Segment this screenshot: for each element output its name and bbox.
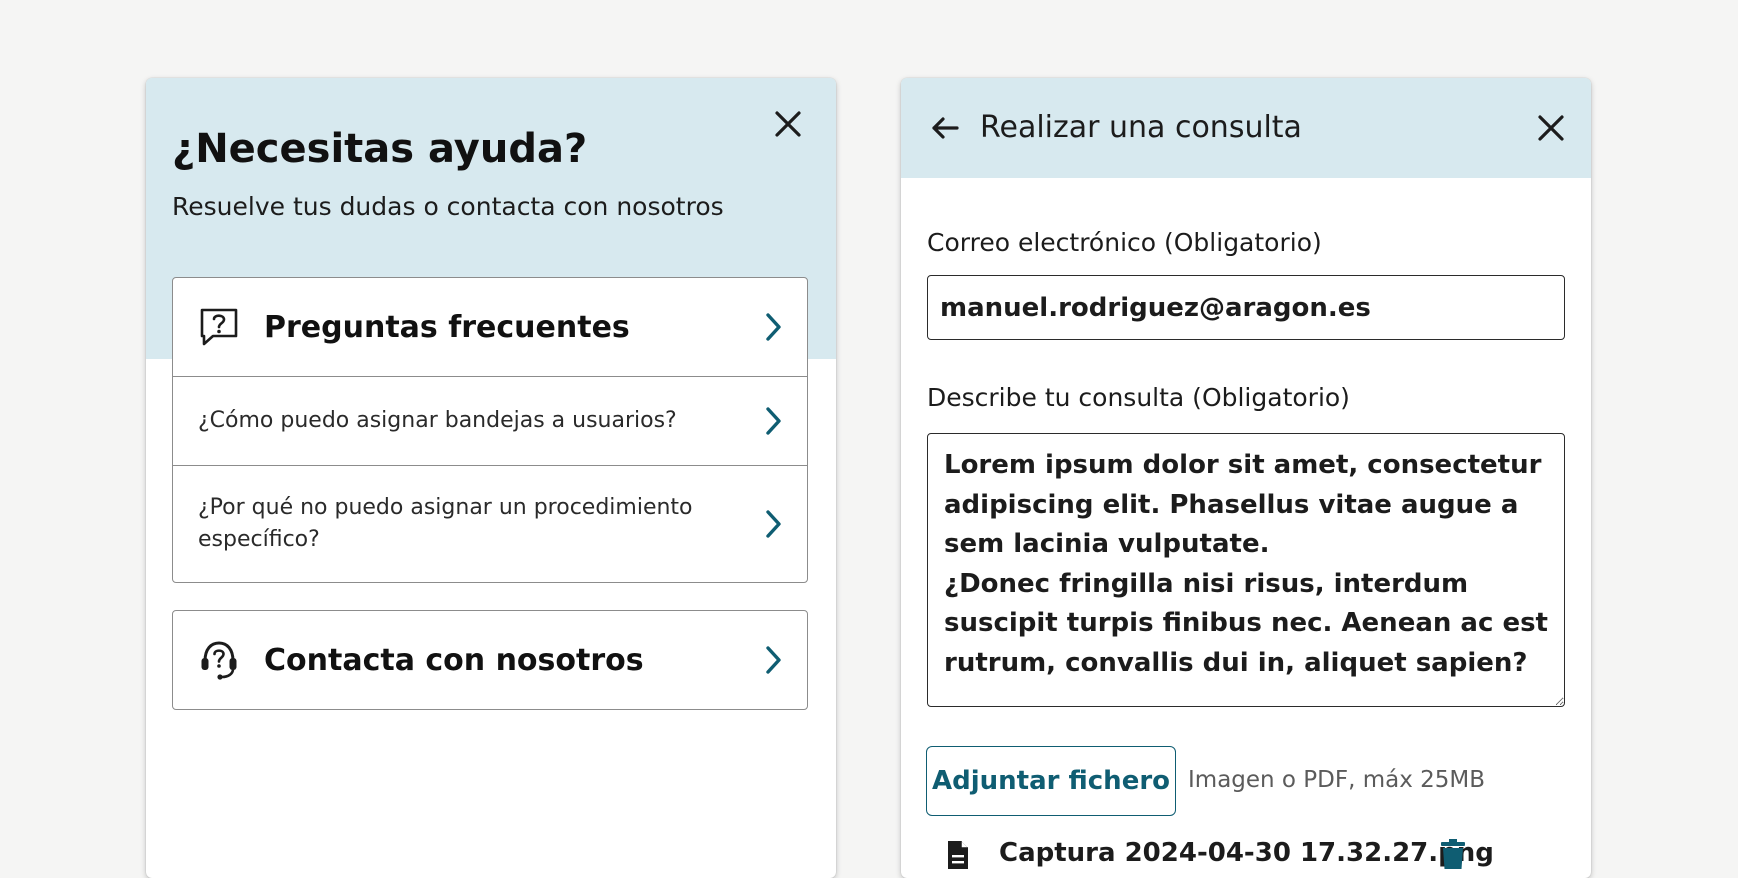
help-panel: ¿Necesitas ayuda? Resuelve tus dudas o c… — [146, 78, 836, 878]
help-title: ¿Necesitas ayuda? — [172, 126, 588, 172]
description-label: Describe tu consulta (Obligatorio) — [927, 383, 1350, 412]
attach-hint: Imagen o PDF, máx 25MB — [1188, 767, 1486, 793]
file-icon — [948, 841, 968, 869]
faq-question-item[interactable]: ¿Por qué no puedo asignar un procedimien… — [173, 465, 807, 582]
faq-title: Preguntas frecuentes — [264, 309, 630, 345]
attach-file-button[interactable]: Adjuntar fichero — [926, 746, 1176, 816]
contact-title: Contacta con nosotros — [264, 642, 644, 678]
help-subtitle: Resuelve tus dudas o contacta con nosotr… — [172, 192, 724, 221]
delete-file-button[interactable] — [1436, 836, 1470, 872]
contact-link[interactable]: Contacta con nosotros — [173, 611, 807, 709]
headset-help-icon — [201, 641, 237, 680]
query-title: Realizar una consulta — [980, 110, 1302, 145]
faq-question-item[interactable]: ¿Cómo puedo asignar bandejas a usuarios? — [173, 376, 807, 465]
chevron-right-icon — [766, 407, 781, 435]
email-label: Correo electrónico (Obligatorio) — [927, 228, 1322, 257]
faq-link[interactable]: Preguntas frecuentes — [173, 278, 807, 376]
email-field[interactable] — [927, 275, 1565, 340]
faq-question-text: ¿Cómo puedo asignar bandejas a usuarios? — [198, 408, 677, 433]
close-help-button[interactable] — [768, 104, 808, 144]
query-panel: Realizar una consulta Correo electrónico… — [901, 78, 1591, 878]
chevron-right-icon — [766, 646, 781, 674]
close-icon — [775, 111, 801, 137]
chevron-right-icon — [766, 313, 781, 341]
back-button[interactable] — [925, 108, 965, 148]
faq-question-text: ¿Por qué no puedo asignar un procedimien… — [198, 495, 693, 552]
arrow-left-icon — [932, 117, 959, 139]
attached-file-name: Captura 2024-04-30 17.32.27.png — [999, 838, 1494, 868]
close-icon — [1538, 115, 1564, 141]
faq-card: Preguntas frecuentes ¿Cómo puedo asignar… — [172, 277, 808, 583]
trash-icon — [1441, 839, 1465, 869]
question-bubble-icon — [200, 308, 238, 346]
close-query-button[interactable] — [1531, 108, 1571, 148]
chevron-right-icon — [766, 510, 781, 538]
contact-card: Contacta con nosotros — [172, 610, 808, 710]
description-textarea[interactable]: Lorem ipsum dolor sit amet, consectetur … — [927, 433, 1565, 707]
